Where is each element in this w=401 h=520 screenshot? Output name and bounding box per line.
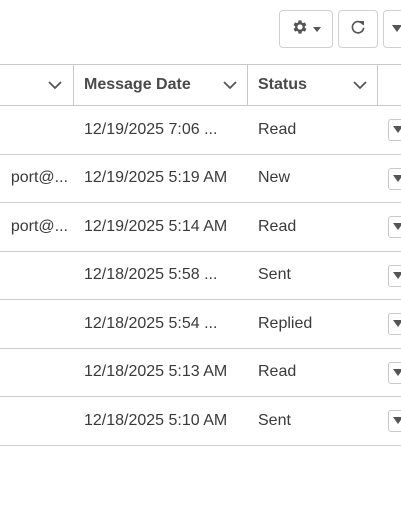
email-cell — [0, 252, 68, 299]
message-date-cell: 12/19/2025 5:19 AM — [84, 169, 228, 186]
table-row[interactable]: 12/18/2025 5:10 AM Sent — [0, 397, 401, 446]
table-row[interactable]: 12/18/2025 5:13 AM Read — [0, 349, 401, 397]
row-actions-button[interactable] — [388, 410, 401, 432]
email-cell — [0, 106, 68, 153]
caret-down-icon — [393, 218, 401, 236]
column-header-label: Message Date — [84, 76, 191, 93]
caret-down-icon — [392, 20, 401, 38]
caret-down-icon — [393, 267, 401, 285]
status-cell: Read — [258, 363, 297, 380]
refresh-button[interactable] — [338, 10, 378, 48]
column-divider[interactable] — [73, 65, 74, 105]
messages-grid: Message Date Status 12/19/2025 7:06 ... … — [0, 64, 401, 446]
message-date-cell: 12/18/2025 5:10 AM — [84, 411, 228, 429]
message-date-cell: 12/19/2025 5:14 AM — [84, 217, 228, 235]
row-actions-button[interactable] — [388, 167, 401, 190]
table-row[interactable]: 12/18/2025 5:58 ... Sent — [0, 252, 401, 300]
column-divider[interactable] — [247, 65, 248, 105]
row-actions-button[interactable] — [388, 216, 401, 238]
table-row[interactable]: 12/18/2025 5:54 ... Replied — [0, 300, 401, 349]
email-cell — [0, 397, 68, 444]
message-date-cell: 12/18/2025 5:54 ... — [84, 314, 218, 332]
status-cell: Sent — [258, 411, 291, 429]
message-date-cell: 12/18/2025 5:58 ... — [84, 266, 218, 283]
status-cell: Read — [258, 217, 297, 235]
table-row[interactable]: 12/19/2025 7:06 ... Read — [0, 106, 401, 155]
column-divider[interactable] — [377, 65, 378, 105]
message-date-cell: 12/18/2025 5:13 AM — [84, 363, 228, 380]
status-cell: Replied — [258, 314, 313, 332]
status-cell: New — [258, 169, 291, 186]
grid-header: Message Date Status — [0, 64, 401, 106]
column-header-label: Status — [258, 76, 307, 93]
message-date-cell: 12/19/2025 7:06 ... — [84, 120, 218, 138]
gear-icon — [291, 18, 309, 41]
caret-down-icon — [393, 170, 401, 188]
row-actions-button[interactable] — [388, 313, 401, 335]
status-cell: Read — [258, 120, 297, 138]
status-cell: Sent — [258, 266, 291, 283]
column-header-status[interactable]: Status — [258, 65, 358, 105]
chevron-down-icon[interactable] — [352, 77, 368, 93]
caret-down-icon — [393, 315, 401, 333]
more-options-button[interactable] — [383, 10, 401, 48]
email-cell: port@... — [10, 169, 68, 186]
settings-menu-button[interactable] — [279, 10, 333, 48]
row-actions-button[interactable] — [388, 119, 401, 141]
row-actions-button[interactable] — [388, 264, 401, 287]
email-cell: port@... — [10, 217, 68, 235]
column-header-message-date[interactable]: Message Date — [84, 65, 244, 105]
table-row[interactable]: port@... 12/19/2025 5:14 AM Read — [0, 203, 401, 252]
email-cell — [0, 300, 68, 347]
caret-down-icon — [313, 20, 321, 38]
chevron-down-icon[interactable] — [47, 77, 63, 93]
chevron-down-icon[interactable] — [222, 77, 238, 93]
grid-toolbar — [0, 0, 401, 64]
row-actions-button[interactable] — [388, 361, 401, 384]
caret-down-icon — [393, 412, 401, 430]
refresh-icon — [349, 18, 367, 41]
email-cell — [0, 349, 68, 396]
caret-down-icon — [393, 364, 401, 382]
table-row[interactable]: port@... 12/19/2025 5:19 AM New — [0, 155, 401, 203]
caret-down-icon — [393, 121, 401, 139]
